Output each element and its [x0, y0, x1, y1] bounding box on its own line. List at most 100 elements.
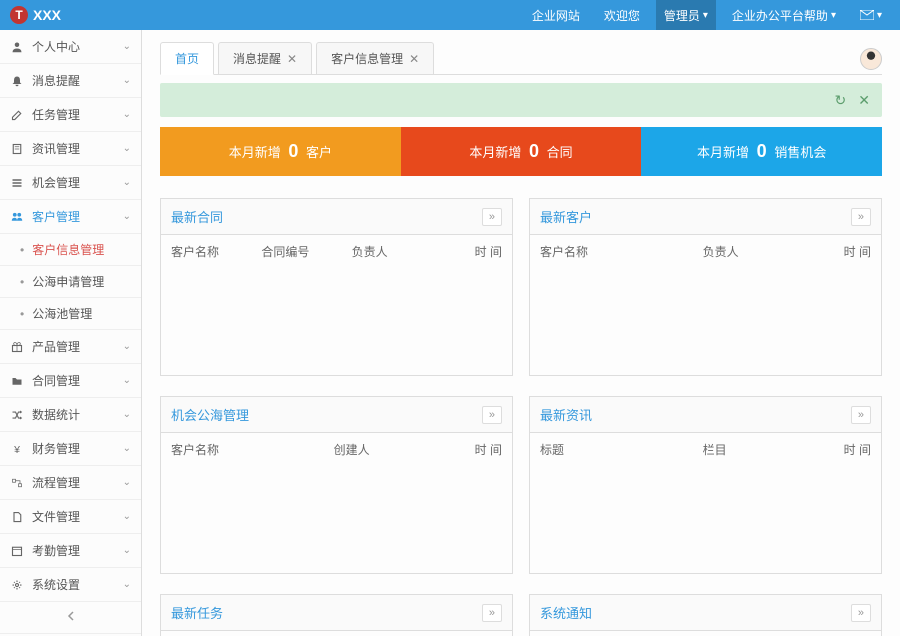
panel-header: 机会公海管理 » [161, 397, 512, 433]
sidebar-item-label: 文件管理 [32, 508, 80, 525]
col-header-1: 创建人 [334, 441, 442, 458]
panels-row-0: 最新合同 » 客户名称合同编号负责人时 间 最新客户 » 客户名称负责人时 间 [160, 198, 882, 376]
sidebar-item-label: 任务管理 [32, 106, 80, 123]
tab-label: 客户信息管理 [331, 50, 403, 67]
sidebar-item-1[interactable]: 消息提醒⌄ [0, 64, 141, 98]
panels-row-1: 机会公海管理 » 客户名称创建人时 间 最新资讯 » 标题栏目时 间 [160, 396, 882, 574]
cog-icon [10, 579, 24, 591]
chevron-right-icon: ⌄ [123, 375, 131, 386]
stat-prefix: 本月新增 [229, 145, 281, 160]
chevron-right-icon: ⌄ [123, 477, 131, 488]
panel-header: 最新任务 » [161, 595, 512, 631]
chevron-left-icon [65, 610, 77, 622]
panel-title: 系统通知 [540, 603, 592, 622]
tab-label: 首页 [175, 50, 199, 67]
chevron-right-icon: ⌄ [123, 177, 131, 188]
tab-close-icon[interactable]: ✕ [287, 52, 297, 66]
panel-columns: 客户名称创建人时 间 [171, 441, 502, 458]
panel-title: 最新任务 [171, 603, 223, 622]
main-content: 首页消息提醒✕客户信息管理✕ ↻ ✕ 本月新增 0 客户本月新增 0 合同本月新… [142, 30, 900, 636]
col-header-2: 时 间 [811, 243, 871, 260]
sidebar-item-3[interactable]: 资讯管理⌄ [0, 132, 141, 166]
file-icon [10, 143, 24, 155]
chevron-right-icon: ⌄ [123, 443, 131, 454]
sidebar-item-2[interactable]: 任务管理⌄ [0, 98, 141, 132]
tab-2[interactable]: 客户信息管理 ✕ [316, 42, 434, 74]
stat-value: 0 [529, 141, 539, 161]
stat-prefix: 本月新增 [469, 145, 521, 160]
stat-prefix: 本月新增 [697, 145, 749, 160]
sidebar-item-13[interactable]: 系统设置⌄ [0, 568, 141, 602]
help-dropdown[interactable]: 企业办公平台帮助 [724, 0, 844, 30]
panel-more-button[interactable]: » [482, 604, 502, 622]
tab-close-icon[interactable]: ✕ [409, 52, 419, 66]
panel-body: 标题栏目时 间 [530, 433, 881, 573]
panel-title: 最新客户 [540, 207, 592, 226]
stat-value: 0 [288, 141, 298, 161]
refresh-icon[interactable]: ↻ [835, 92, 847, 109]
panel-header: 最新合同 » [161, 199, 512, 235]
sidebar-collapse-button[interactable] [0, 602, 141, 634]
sidebar-item-9[interactable]: ¥财务管理⌄ [0, 432, 141, 466]
sidebar-item-4[interactable]: 机会管理⌄ [0, 166, 141, 200]
chevron-right-icon: ⌄ [123, 545, 131, 556]
mail-icon [860, 10, 874, 20]
col-header-1: 合同编号 [261, 243, 351, 260]
panel-title: 最新资讯 [540, 405, 592, 424]
chevron-right-icon: ⌄ [123, 341, 131, 352]
panel-more-button[interactable]: » [482, 208, 502, 226]
sidebar-item-label: 个人中心 [32, 38, 80, 55]
panel-body: 客户名称创建人时 间 [161, 433, 512, 573]
tab-label: 消息提醒 [233, 50, 281, 67]
tab-1[interactable]: 消息提醒 ✕ [218, 42, 312, 74]
sidebar-item-6[interactable]: 产品管理 ⌄ [0, 330, 141, 364]
random-icon [10, 409, 24, 421]
sidebar-item-label: 产品管理 [32, 338, 80, 355]
chevron-right-icon: ⌄ [123, 75, 131, 86]
close-icon[interactable]: ✕ [858, 92, 870, 109]
sidebar-item-label: 财务管理 [32, 440, 80, 457]
panel-more-button[interactable]: » [482, 406, 502, 424]
sidebar-item-5[interactable]: 客户管理⌄ [0, 200, 141, 234]
bell-icon [10, 75, 24, 87]
sidebar-item-12[interactable]: 考勤管理⌄ [0, 534, 141, 568]
panel-more-button[interactable]: » [851, 406, 871, 424]
panel-1-0: 机会公海管理 » 客户名称创建人时 间 [160, 396, 513, 574]
panel-more-button[interactable]: » [851, 208, 871, 226]
col-header-2: 时 间 [442, 441, 502, 458]
panel-2-1: 系统通知 » [529, 594, 882, 636]
col-header-1: 栏目 [703, 441, 811, 458]
stat-suffix: 合同 [547, 145, 573, 160]
sidebar-subitem-5-0[interactable]: 客户信息管理 [0, 234, 141, 266]
col-header-0: 客户名称 [540, 243, 703, 260]
sidebar-item-label: 资讯管理 [32, 140, 80, 157]
avatar[interactable] [860, 48, 882, 70]
panel-columns: 客户名称负责人时 间 [540, 243, 871, 260]
sidebar: 个人中心⌄消息提醒⌄任务管理⌄资讯管理⌄机会管理⌄客户管理⌄客户信息管理公海申请… [0, 30, 142, 636]
panel-columns: 客户名称合同编号负责人时 间 [171, 243, 502, 260]
link-website[interactable]: 企业网站 [524, 0, 588, 30]
stat-card-2[interactable]: 本月新增 0 销售机会 [641, 127, 882, 176]
panel-body: 客户名称合同编号负责人时 间 [161, 235, 512, 375]
panel-more-button[interactable]: » [851, 604, 871, 622]
sidebar-item-11[interactable]: 文件管理⌄ [0, 500, 141, 534]
panel-header: 最新客户 » [530, 199, 881, 235]
stat-card-0[interactable]: 本月新增 0 客户 [160, 127, 401, 176]
gift-icon [10, 341, 24, 353]
stat-card-1[interactable]: 本月新增 0 合同 [401, 127, 642, 176]
sidebar-item-label: 合同管理 [32, 372, 80, 389]
sidebar-subitem-5-1[interactable]: 公海申请管理 [0, 266, 141, 298]
mail-dropdown[interactable] [852, 0, 890, 30]
sidebar-item-label: 数据统计 [32, 406, 80, 423]
sidebar-item-7[interactable]: 合同管理 ⌄ [0, 364, 141, 398]
sidebar-item-0[interactable]: 个人中心⌄ [0, 30, 141, 64]
tab-0[interactable]: 首页 [160, 42, 214, 75]
sidebar-item-10[interactable]: 流程管理⌄ [0, 466, 141, 500]
doc-icon [10, 511, 24, 523]
sidebar-item-8[interactable]: 数据统计⌄ [0, 398, 141, 432]
alert-bar: ↻ ✕ [160, 83, 882, 117]
sidebar-subitem-5-2[interactable]: 公海池管理 [0, 298, 141, 330]
stat-suffix: 销售机会 [774, 145, 826, 160]
user-dropdown[interactable]: 管理员 [656, 0, 716, 30]
panel-body [530, 631, 881, 636]
